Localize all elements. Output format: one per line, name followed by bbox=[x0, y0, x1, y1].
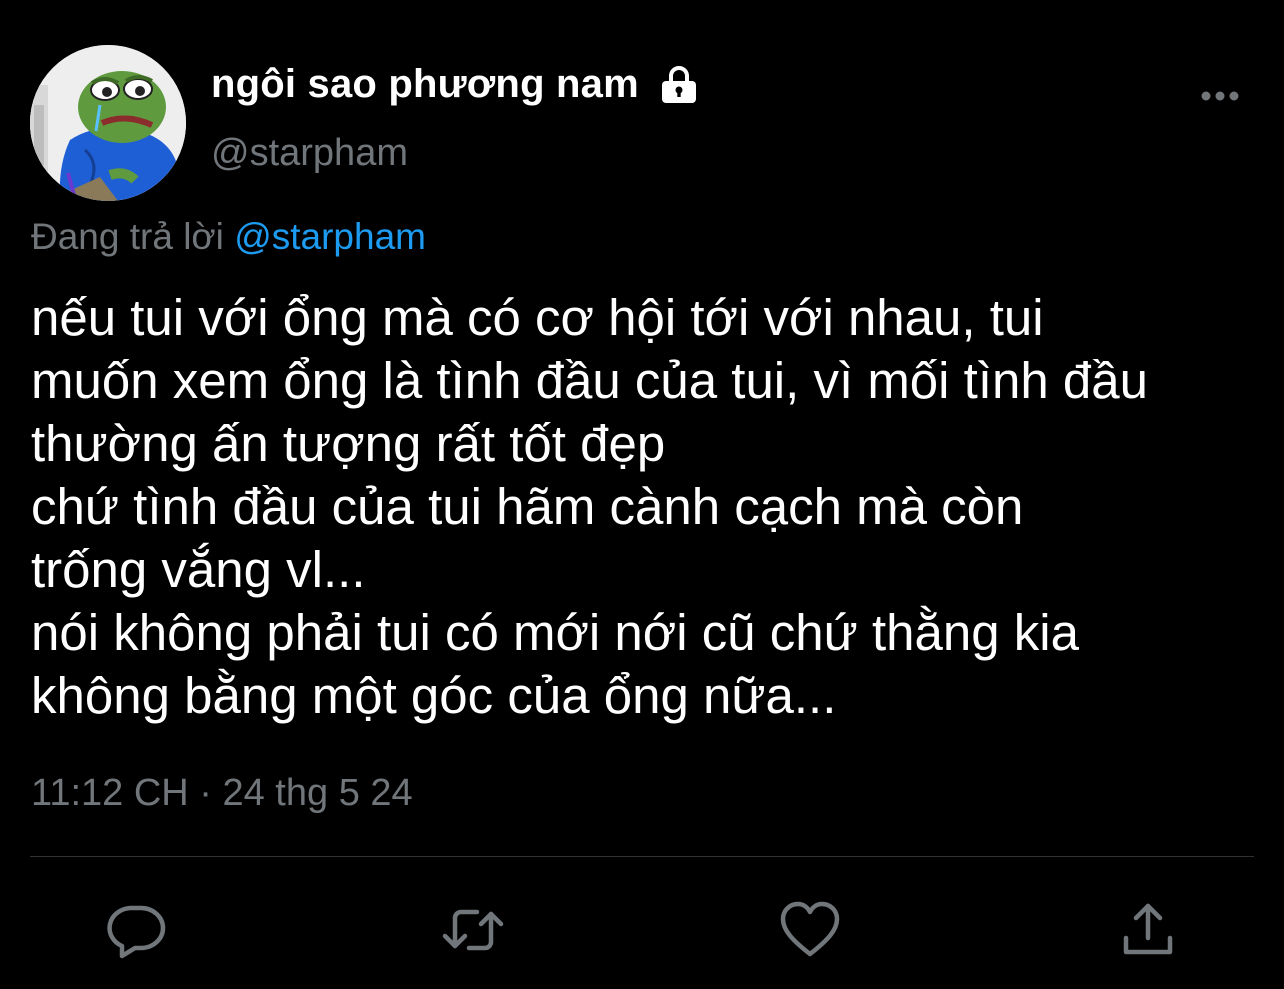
tweet-text-line: thường ấn tượng rất tốt đẹp bbox=[31, 415, 666, 472]
tweet-text-line: không bằng một góc của ổng nữa... bbox=[31, 667, 837, 724]
retweet-icon bbox=[442, 909, 504, 951]
heart-icon bbox=[780, 901, 840, 957]
tweet-text-line: trống vắng vl... bbox=[31, 541, 366, 598]
display-name[interactable]: ngôi sao phương nam bbox=[211, 62, 639, 107]
reply-icon bbox=[107, 905, 166, 959]
tweet-text-line: nói không phải tui có mới nới cũ chứ thằ… bbox=[31, 604, 1079, 661]
like-button[interactable] bbox=[778, 898, 842, 962]
tweet-text-line: muốn xem ổng là tình đầu của tui, vì mối… bbox=[31, 352, 1148, 409]
share-icon bbox=[1123, 903, 1173, 955]
tweet-text-line: chứ tình đầu của tui hãm cành cạch mà cò… bbox=[31, 478, 1024, 535]
replying-to-label: Đang trả lời bbox=[31, 216, 224, 257]
divider bbox=[30, 856, 1254, 857]
retweet-button[interactable] bbox=[441, 898, 505, 962]
avatar[interactable] bbox=[30, 45, 186, 201]
pepe-avatar-image bbox=[30, 45, 186, 201]
reply-button[interactable] bbox=[104, 898, 168, 962]
more-icon[interactable] bbox=[1198, 84, 1242, 108]
tweet-text-line: nếu tui với ổng mà có cơ hội tới với nha… bbox=[31, 289, 1044, 346]
tweet-detail: ngôi sao phương nam @starpham Đang trả l… bbox=[0, 0, 1284, 989]
replying-to: Đang trả lời @starpham bbox=[31, 216, 426, 258]
share-button[interactable] bbox=[1116, 898, 1180, 962]
author-name-row: ngôi sao phương nam bbox=[211, 62, 701, 107]
reply-mention-link[interactable]: @starpham bbox=[234, 216, 426, 257]
author-handle[interactable]: @starpham bbox=[211, 132, 408, 175]
tweet-body: nếu tui với ổng mà có cơ hội tới với nha… bbox=[31, 286, 1281, 727]
lock-icon bbox=[657, 63, 701, 107]
tweet-timestamp[interactable]: 11:12 CH · 24 thg 5 24 bbox=[31, 772, 413, 815]
